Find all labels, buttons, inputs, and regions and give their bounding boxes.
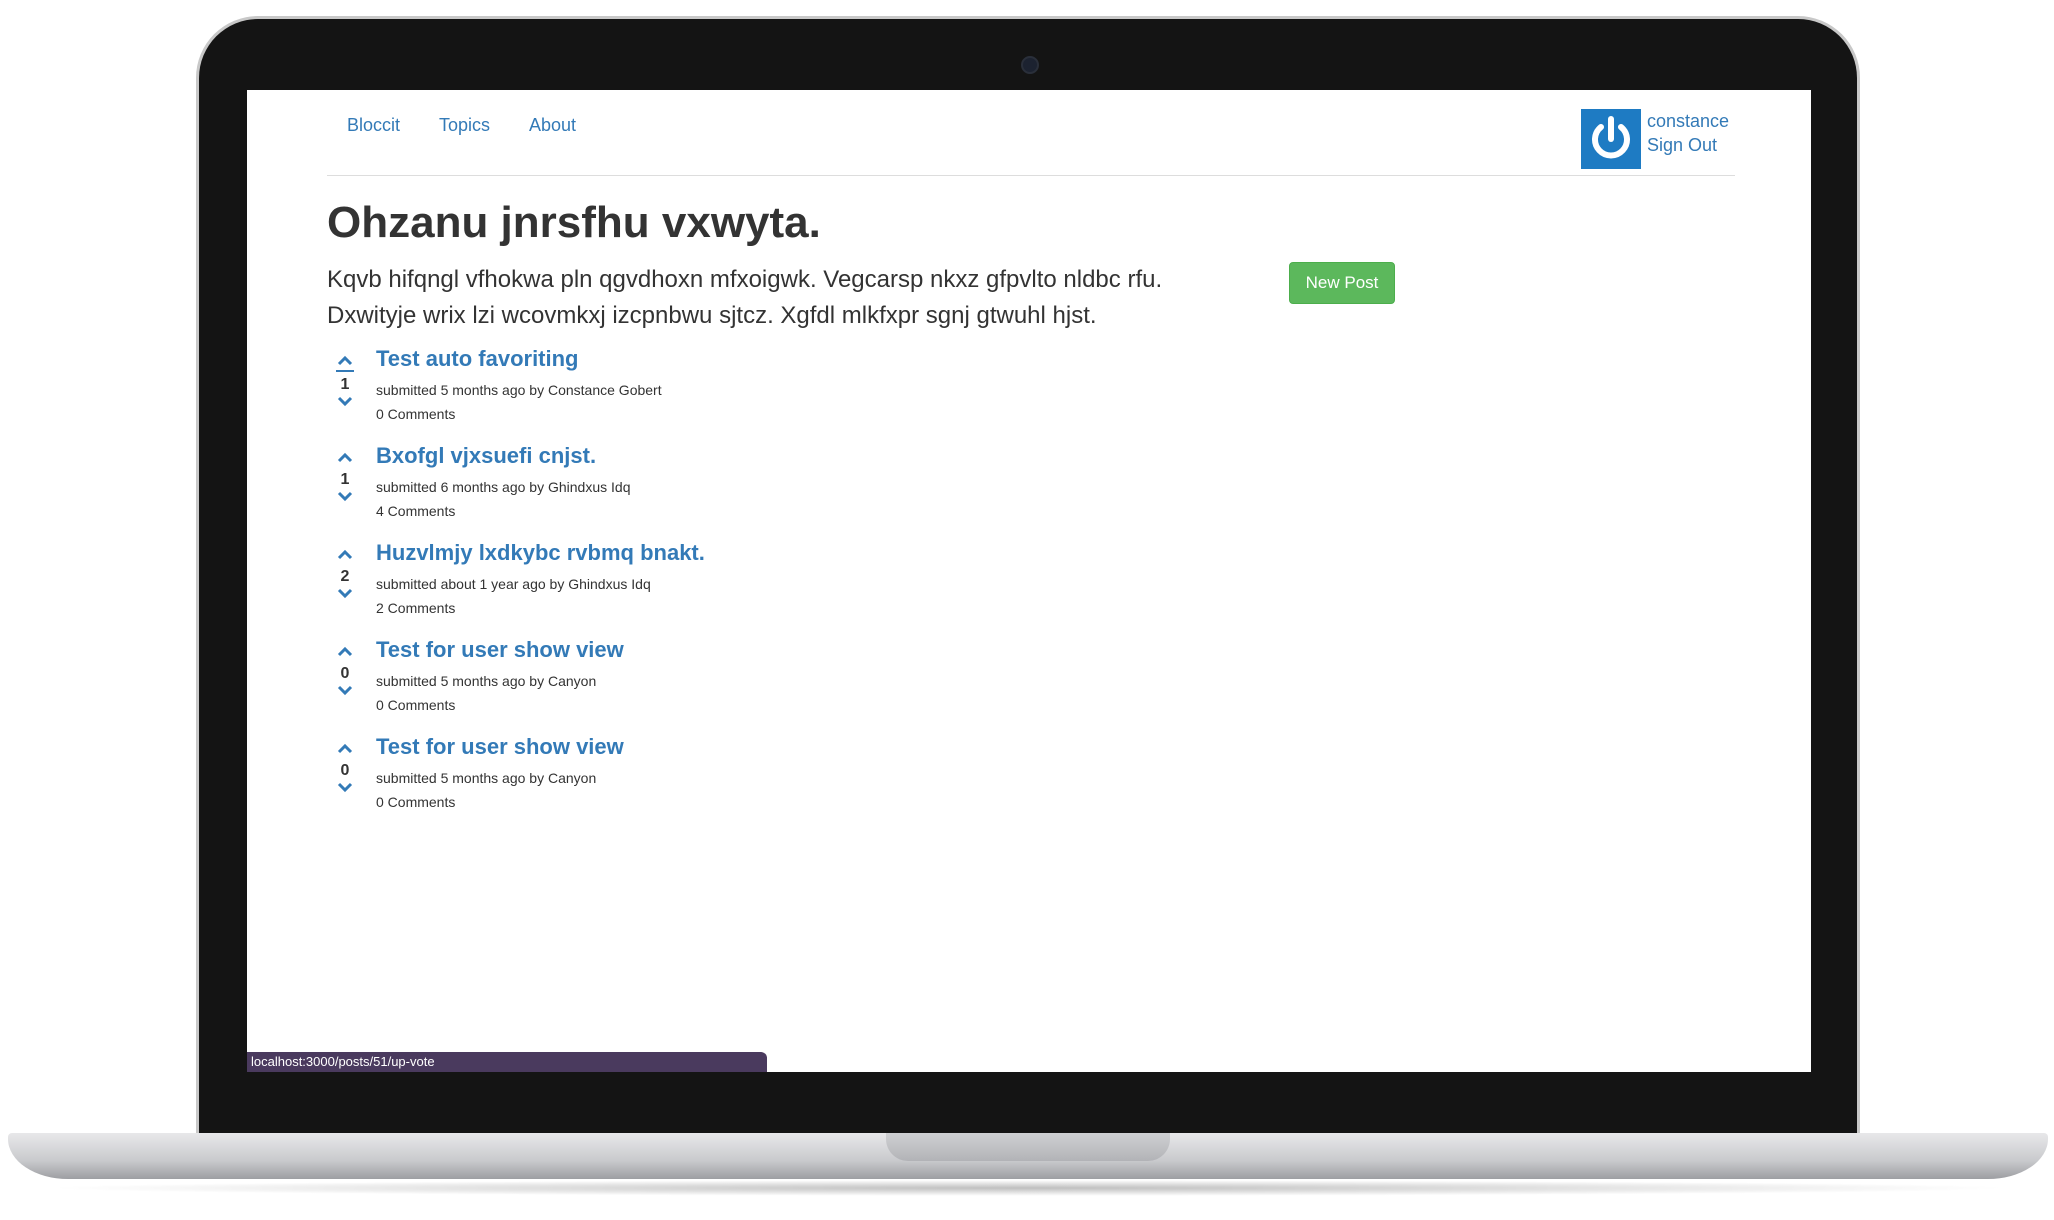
post-body: Huzvlmjy lxdkybc rvbmq bnakt. submitted … bbox=[376, 540, 705, 616]
page-title: Ohzanu jnrsfhu vxwyta. bbox=[327, 198, 821, 247]
list-item: 0 Test for user show view submitted 5 mo… bbox=[327, 734, 1227, 837]
laptop-shadow bbox=[40, 1180, 2016, 1196]
vote-controls: 0 bbox=[327, 643, 363, 701]
post-body: Test for user show view submitted 5 mont… bbox=[376, 637, 624, 713]
post-title-link[interactable]: Test for user show view bbox=[376, 734, 624, 760]
list-item: 1 Test auto favoriting submitted 5 month… bbox=[327, 346, 1227, 449]
navbar: Bloccit Topics About constance Sign Out bbox=[327, 90, 1735, 176]
post-comments: 0 Comments bbox=[376, 406, 456, 422]
user-name-link[interactable]: constance bbox=[1647, 111, 1729, 132]
camera-icon bbox=[1021, 56, 1039, 74]
post-body: Test for user show view submitted 5 mont… bbox=[376, 734, 624, 810]
laptop-notch bbox=[886, 1133, 1170, 1161]
post-comments: 2 Comments bbox=[376, 600, 456, 616]
post-title-link[interactable]: Huzvlmjy lxdkybc rvbmq bnakt. bbox=[376, 540, 705, 566]
nav-about-link[interactable]: About bbox=[529, 115, 576, 136]
chevron-up-icon[interactable] bbox=[327, 643, 363, 661]
post-body: Bxofgl vjxsuefi cnjst. submitted 6 month… bbox=[376, 443, 631, 519]
new-post-button[interactable]: New Post bbox=[1289, 262, 1395, 304]
vote-count: 0 bbox=[340, 762, 350, 779]
post-comments: 0 Comments bbox=[376, 697, 456, 713]
vote-count: 2 bbox=[340, 568, 350, 585]
browser-viewport: Bloccit Topics About constance Sign Out … bbox=[247, 90, 1811, 1072]
vote-controls: 2 bbox=[327, 546, 363, 604]
sign-out-link[interactable]: Sign Out bbox=[1647, 135, 1717, 156]
post-title-link[interactable]: Test for user show view bbox=[376, 637, 624, 663]
vote-count: 0 bbox=[340, 665, 350, 682]
avatar[interactable] bbox=[1581, 109, 1641, 169]
post-meta: submitted about 1 year ago by Ghindxus I… bbox=[376, 576, 651, 592]
chevron-down-icon[interactable] bbox=[327, 394, 363, 412]
list-item: 2 Huzvlmjy lxdkybc rvbmq bnakt. submitte… bbox=[327, 540, 1227, 643]
post-meta: submitted 5 months ago by Canyon bbox=[376, 673, 597, 689]
post-meta: submitted 5 months ago by Constance Gobe… bbox=[376, 382, 662, 398]
post-comments: 0 Comments bbox=[376, 794, 456, 810]
post-comments: 4 Comments bbox=[376, 503, 456, 519]
browser-status-bar: localhost:3000/posts/51/up-vote bbox=[247, 1052, 767, 1072]
post-body: Test auto favoriting submitted 5 months … bbox=[376, 346, 662, 422]
user-menu: constance Sign Out bbox=[1581, 109, 1731, 169]
post-title-link[interactable]: Test auto favoriting bbox=[376, 346, 662, 372]
vote-controls: 0 bbox=[327, 740, 363, 798]
chevron-up-icon[interactable] bbox=[327, 740, 363, 758]
chevron-up-icon[interactable] bbox=[327, 449, 363, 467]
vote-count: 1 bbox=[340, 471, 350, 488]
laptop-frame: Bloccit Topics About constance Sign Out … bbox=[0, 0, 2054, 1220]
vote-controls: 1 bbox=[327, 449, 363, 507]
post-meta: submitted 6 months ago by Ghindxus Idq bbox=[376, 479, 631, 495]
post-list: 1 Test auto favoriting submitted 5 month… bbox=[327, 346, 1227, 837]
chevron-up-icon[interactable] bbox=[327, 546, 363, 564]
chevron-down-icon[interactable] bbox=[327, 683, 363, 701]
vote-controls: 1 bbox=[327, 352, 363, 412]
chevron-up-icon[interactable] bbox=[336, 352, 354, 372]
list-item: 0 Test for user show view submitted 5 mo… bbox=[327, 637, 1227, 740]
post-meta: submitted 5 months ago by Canyon bbox=[376, 770, 597, 786]
page-description: Kqvb hifqngl vfhokwa pln qgvdhoxn mfxoig… bbox=[327, 266, 1163, 329]
nav-brand-link[interactable]: Bloccit bbox=[347, 115, 400, 136]
chevron-down-icon[interactable] bbox=[327, 489, 363, 507]
nav-topics-link[interactable]: Topics bbox=[439, 115, 490, 136]
chevron-down-icon[interactable] bbox=[327, 586, 363, 604]
chevron-down-icon[interactable] bbox=[327, 780, 363, 798]
vote-count: 1 bbox=[340, 376, 350, 393]
list-item: 1 Bxofgl vjxsuefi cnjst. submitted 6 mon… bbox=[327, 443, 1227, 546]
power-icon bbox=[1592, 116, 1630, 159]
post-title-link[interactable]: Bxofgl vjxsuefi cnjst. bbox=[376, 443, 630, 469]
